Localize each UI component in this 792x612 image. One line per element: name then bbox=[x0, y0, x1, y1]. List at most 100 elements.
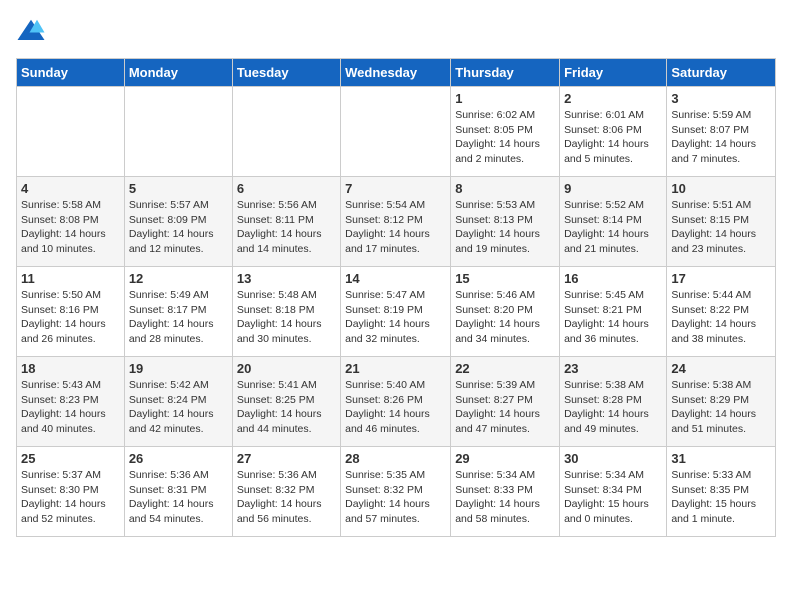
calendar-cell: 23 Sunrise: 5:38 AM Sunset: 8:28 PM Dayli… bbox=[560, 357, 667, 447]
calendar-cell: 17 Sunrise: 5:44 AM Sunset: 8:22 PM Dayli… bbox=[667, 267, 776, 357]
calendar-cell: 24 Sunrise: 5:38 AM Sunset: 8:29 PM Dayli… bbox=[667, 357, 776, 447]
day-number: 10 bbox=[671, 181, 771, 196]
day-header-monday: Monday bbox=[124, 59, 232, 87]
day-info: Sunrise: 5:52 AM Sunset: 8:14 PM Dayligh… bbox=[564, 198, 662, 257]
calendar-cell bbox=[124, 87, 232, 177]
day-info: Sunrise: 5:34 AM Sunset: 8:33 PM Dayligh… bbox=[455, 468, 555, 527]
page-header bbox=[16, 16, 776, 46]
calendar-cell: 31 Sunrise: 5:33 AM Sunset: 8:35 PM Dayli… bbox=[667, 447, 776, 537]
day-number: 17 bbox=[671, 271, 771, 286]
day-number: 2 bbox=[564, 91, 662, 106]
day-number: 25 bbox=[21, 451, 120, 466]
day-info: Sunrise: 5:57 AM Sunset: 8:09 PM Dayligh… bbox=[129, 198, 228, 257]
day-header-friday: Friday bbox=[560, 59, 667, 87]
calendar-week-row: 18Sunrise: 5:43 AM Sunset: 8:23 PM Dayli… bbox=[17, 357, 776, 447]
day-info: Sunrise: 5:34 AM Sunset: 8:34 PM Dayligh… bbox=[564, 468, 662, 527]
day-info: Sunrise: 5:36 AM Sunset: 8:31 PM Dayligh… bbox=[129, 468, 228, 527]
calendar-cell: 20 Sunrise: 5:41 AM Sunset: 8:25 PM Dayli… bbox=[232, 357, 340, 447]
day-header-saturday: Saturday bbox=[667, 59, 776, 87]
day-number: 26 bbox=[129, 451, 228, 466]
day-info: Sunrise: 5:41 AM Sunset: 8:25 PM Dayligh… bbox=[237, 378, 336, 437]
day-number: 23 bbox=[564, 361, 662, 376]
calendar-cell: 2Sunrise: 6:01 AM Sunset: 8:06 PM Daylig… bbox=[560, 87, 667, 177]
day-number: 11 bbox=[21, 271, 120, 286]
day-info: Sunrise: 5:53 AM Sunset: 8:13 PM Dayligh… bbox=[455, 198, 555, 257]
day-info: Sunrise: 5:49 AM Sunset: 8:17 PM Dayligh… bbox=[129, 288, 228, 347]
day-info: Sunrise: 5:44 AM Sunset: 8:22 PM Dayligh… bbox=[671, 288, 771, 347]
day-info: Sunrise: 5:58 AM Sunset: 8:08 PM Dayligh… bbox=[21, 198, 120, 257]
day-number: 28 bbox=[345, 451, 446, 466]
logo-icon bbox=[16, 16, 46, 46]
day-info: Sunrise: 5:56 AM Sunset: 8:11 PM Dayligh… bbox=[237, 198, 336, 257]
calendar-cell: 12 Sunrise: 5:49 AM Sunset: 8:17 PM Dayli… bbox=[124, 267, 232, 357]
day-number: 14 bbox=[345, 271, 446, 286]
day-number: 21 bbox=[345, 361, 446, 376]
day-number: 31 bbox=[671, 451, 771, 466]
day-info: Sunrise: 5:54 AM Sunset: 8:12 PM Dayligh… bbox=[345, 198, 446, 257]
calendar-cell bbox=[341, 87, 451, 177]
day-number: 15 bbox=[455, 271, 555, 286]
day-info: Sunrise: 5:39 AM Sunset: 8:27 PM Dayligh… bbox=[455, 378, 555, 437]
day-info: Sunrise: 5:38 AM Sunset: 8:29 PM Dayligh… bbox=[671, 378, 771, 437]
calendar-cell: 18Sunrise: 5:43 AM Sunset: 8:23 PM Dayli… bbox=[17, 357, 125, 447]
day-number: 20 bbox=[237, 361, 336, 376]
logo bbox=[16, 16, 48, 46]
day-number: 6 bbox=[237, 181, 336, 196]
calendar-cell: 13 Sunrise: 5:48 AM Sunset: 8:18 PM Dayli… bbox=[232, 267, 340, 357]
calendar-cell: 27 Sunrise: 5:36 AM Sunset: 8:32 PM Dayli… bbox=[232, 447, 340, 537]
day-info: Sunrise: 5:59 AM Sunset: 8:07 PM Dayligh… bbox=[671, 108, 771, 167]
day-header-wednesday: Wednesday bbox=[341, 59, 451, 87]
calendar-cell: 30 Sunrise: 5:34 AM Sunset: 8:34 PM Dayli… bbox=[560, 447, 667, 537]
day-number: 5 bbox=[129, 181, 228, 196]
day-number: 30 bbox=[564, 451, 662, 466]
calendar-week-row: 1 Sunrise: 6:02 AM Sunset: 8:05 PM Daylig… bbox=[17, 87, 776, 177]
day-number: 19 bbox=[129, 361, 228, 376]
day-info: Sunrise: 5:46 AM Sunset: 8:20 PM Dayligh… bbox=[455, 288, 555, 347]
day-number: 3 bbox=[671, 91, 771, 106]
day-info: Sunrise: 6:02 AM Sunset: 8:05 PM Dayligh… bbox=[455, 108, 555, 167]
day-header-tuesday: Tuesday bbox=[232, 59, 340, 87]
day-info: Sunrise: 5:33 AM Sunset: 8:35 PM Dayligh… bbox=[671, 468, 771, 527]
calendar-cell: 26 Sunrise: 5:36 AM Sunset: 8:31 PM Dayli… bbox=[124, 447, 232, 537]
calendar-cell: 7 Sunrise: 5:54 AM Sunset: 8:12 PM Daylig… bbox=[341, 177, 451, 267]
day-info: Sunrise: 5:51 AM Sunset: 8:15 PM Dayligh… bbox=[671, 198, 771, 257]
calendar-cell: 4 Sunrise: 5:58 AM Sunset: 8:08 PM Daylig… bbox=[17, 177, 125, 267]
day-number: 22 bbox=[455, 361, 555, 376]
day-info: Sunrise: 5:48 AM Sunset: 8:18 PM Dayligh… bbox=[237, 288, 336, 347]
day-number: 24 bbox=[671, 361, 771, 376]
calendar-cell: 9Sunrise: 5:52 AM Sunset: 8:14 PM Daylig… bbox=[560, 177, 667, 267]
day-number: 4 bbox=[21, 181, 120, 196]
calendar-cell: 29 Sunrise: 5:34 AM Sunset: 8:33 PM Dayli… bbox=[451, 447, 560, 537]
calendar-header-row: SundayMondayTuesdayWednesdayThursdayFrid… bbox=[17, 59, 776, 87]
day-info: Sunrise: 5:36 AM Sunset: 8:32 PM Dayligh… bbox=[237, 468, 336, 527]
day-number: 7 bbox=[345, 181, 446, 196]
calendar-cell: 19Sunrise: 5:42 AM Sunset: 8:24 PM Dayli… bbox=[124, 357, 232, 447]
day-info: Sunrise: 5:37 AM Sunset: 8:30 PM Dayligh… bbox=[21, 468, 120, 527]
day-info: Sunrise: 5:50 AM Sunset: 8:16 PM Dayligh… bbox=[21, 288, 120, 347]
calendar-cell: 15 Sunrise: 5:46 AM Sunset: 8:20 PM Dayli… bbox=[451, 267, 560, 357]
day-number: 12 bbox=[129, 271, 228, 286]
calendar-cell: 10 Sunrise: 5:51 AM Sunset: 8:15 PM Dayli… bbox=[667, 177, 776, 267]
day-number: 29 bbox=[455, 451, 555, 466]
calendar-cell: 1 Sunrise: 6:02 AM Sunset: 8:05 PM Daylig… bbox=[451, 87, 560, 177]
day-number: 13 bbox=[237, 271, 336, 286]
day-number: 18 bbox=[21, 361, 120, 376]
day-info: Sunrise: 5:35 AM Sunset: 8:32 PM Dayligh… bbox=[345, 468, 446, 527]
calendar-cell: 6 Sunrise: 5:56 AM Sunset: 8:11 PM Daylig… bbox=[232, 177, 340, 267]
day-info: Sunrise: 5:40 AM Sunset: 8:26 PM Dayligh… bbox=[345, 378, 446, 437]
day-number: 27 bbox=[237, 451, 336, 466]
day-number: 8 bbox=[455, 181, 555, 196]
calendar-week-row: 11 Sunrise: 5:50 AM Sunset: 8:16 PM Dayli… bbox=[17, 267, 776, 357]
day-info: Sunrise: 5:38 AM Sunset: 8:28 PM Dayligh… bbox=[564, 378, 662, 437]
day-header-thursday: Thursday bbox=[451, 59, 560, 87]
calendar-cell: 25 Sunrise: 5:37 AM Sunset: 8:30 PM Dayli… bbox=[17, 447, 125, 537]
calendar-cell bbox=[232, 87, 340, 177]
calendar-cell: 14Sunrise: 5:47 AM Sunset: 8:19 PM Dayli… bbox=[341, 267, 451, 357]
day-number: 16 bbox=[564, 271, 662, 286]
calendar-week-row: 4 Sunrise: 5:58 AM Sunset: 8:08 PM Daylig… bbox=[17, 177, 776, 267]
day-number: 1 bbox=[455, 91, 555, 106]
day-info: Sunrise: 5:45 AM Sunset: 8:21 PM Dayligh… bbox=[564, 288, 662, 347]
calendar-cell: 5 Sunrise: 5:57 AM Sunset: 8:09 PM Daylig… bbox=[124, 177, 232, 267]
calendar-cell: 3 Sunrise: 5:59 AM Sunset: 8:07 PM Daylig… bbox=[667, 87, 776, 177]
calendar-cell: 11 Sunrise: 5:50 AM Sunset: 8:16 PM Dayli… bbox=[17, 267, 125, 357]
